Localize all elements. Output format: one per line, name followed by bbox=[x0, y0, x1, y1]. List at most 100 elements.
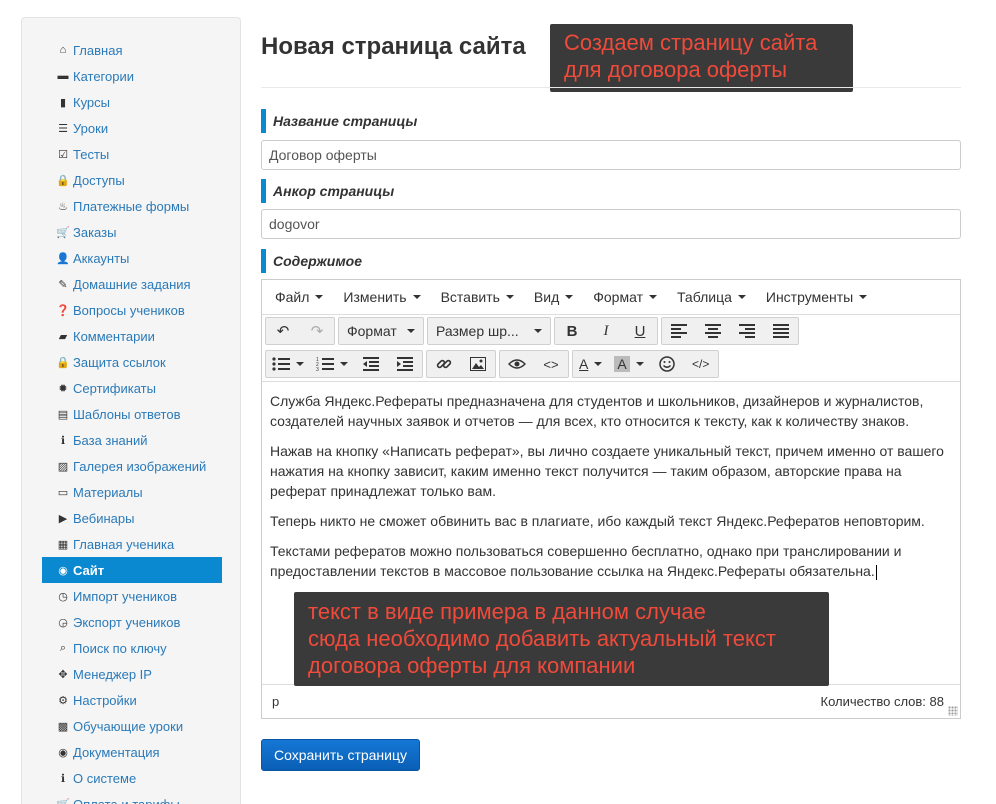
sidebar-item-label: Главная ученика bbox=[73, 536, 175, 552]
source-code-icon[interactable]: </> bbox=[684, 351, 718, 377]
sidebar-item-label: Сертификаты bbox=[73, 380, 156, 396]
page-name-input[interactable] bbox=[261, 140, 961, 170]
sidebar-item-label: База знаний bbox=[73, 432, 148, 448]
align-left-icon[interactable] bbox=[662, 318, 696, 344]
sidebar-item-label: О системе bbox=[73, 770, 137, 786]
sidebar-item-label: Оплата и тарифы bbox=[73, 796, 180, 804]
undo-icon[interactable]: ↶ bbox=[266, 318, 300, 344]
caret-down-icon bbox=[296, 362, 304, 366]
sidebar-item[interactable]: ✎ Домашние задания bbox=[42, 271, 222, 297]
caret-down-icon bbox=[635, 362, 644, 366]
link-icon[interactable] bbox=[427, 351, 461, 377]
sidebar-item[interactable]: 🔒 Защита ссылок bbox=[42, 349, 222, 375]
menu-format[interactable]: Формат bbox=[583, 280, 667, 314]
content-paragraph: Теперь никто не сможет обвинить вас в пл… bbox=[270, 513, 925, 529]
page-content-label: Содержимое bbox=[261, 249, 362, 273]
bullet-list-icon[interactable] bbox=[266, 351, 310, 377]
content-paragraph-text: Текстами рефератов можно пользоваться со… bbox=[270, 543, 902, 579]
indent-icon[interactable] bbox=[388, 351, 422, 377]
menu-file[interactable]: Файл bbox=[265, 280, 333, 314]
sidebar-item-icon: 🛒 bbox=[56, 798, 70, 804]
align-right-icon[interactable] bbox=[730, 318, 764, 344]
background-color-icon[interactable]: A bbox=[608, 351, 649, 377]
sidebar-item[interactable]: ⌕ Поиск по ключу bbox=[42, 635, 222, 661]
sidebar-item[interactable]: ◶ Экспорт учеников bbox=[42, 609, 222, 635]
format-select[interactable]: Формат bbox=[339, 318, 423, 344]
sidebar-item[interactable]: ▮ Курсы bbox=[42, 89, 222, 115]
menu-label: Таблица bbox=[676, 289, 732, 305]
callout-line: договора оферты для компании bbox=[308, 653, 636, 678]
menu-tools[interactable]: Инструменты bbox=[756, 280, 877, 314]
sidebar-item[interactable]: ▩ Обучающие уроки bbox=[42, 713, 222, 739]
sidebar-item[interactable]: ▰ Комментарии bbox=[42, 323, 222, 349]
callout-annotation-bottom: текст в виде примера в данном случае сюд… bbox=[294, 592, 829, 686]
sidebar-item-label: Главная bbox=[73, 42, 123, 58]
underline-icon[interactable]: U bbox=[623, 318, 657, 344]
sidebar-item-label: Менеджер IP bbox=[73, 666, 152, 682]
sidebar-item[interactable]: ▨ Галерея изображений bbox=[42, 453, 222, 479]
sidebar: ⌂ Главная ▬ Категории ▮ Курсы ☰ Уроки ☑ Тесты 🔒 Дос… bbox=[21, 17, 241, 804]
sidebar-item-label: Материалы bbox=[73, 484, 143, 500]
sidebar-item-icon: ▶ bbox=[58, 512, 68, 525]
font-size-select[interactable]: Размер шр... bbox=[428, 318, 550, 344]
sidebar-item[interactable]: ▤ Шаблоны ответов bbox=[42, 401, 222, 427]
resize-handle-icon[interactable] bbox=[948, 706, 958, 716]
sidebar-item[interactable]: 👤 Аккаунты bbox=[42, 245, 222, 271]
sidebar-item[interactable]: ❓ Вопросы учеников bbox=[42, 297, 222, 323]
sidebar-item[interactable]: ⌂ Главная bbox=[42, 37, 222, 63]
sidebar-item[interactable]: ♨ Платежные формы bbox=[42, 193, 222, 219]
sidebar-item-icon: ✥ bbox=[58, 668, 68, 681]
sidebar-item[interactable]: ✹ Сертификаты bbox=[42, 375, 222, 401]
page-anchor-input[interactable] bbox=[261, 209, 961, 239]
italic-icon[interactable]: I bbox=[589, 318, 623, 344]
sidebar-item[interactable]: ⚙ Настройки bbox=[42, 687, 222, 713]
menu-table[interactable]: Таблица bbox=[667, 280, 756, 314]
sidebar-item[interactable]: 🛒Оплата и тарифы bbox=[42, 791, 222, 804]
code-icon[interactable]: <> bbox=[534, 351, 568, 377]
bold-icon[interactable]: B bbox=[555, 318, 589, 344]
sidebar-item[interactable]: ▭ Материалы bbox=[42, 479, 222, 505]
sidebar-item-icon: 🔒 bbox=[56, 174, 70, 187]
preview-eye-icon[interactable] bbox=[500, 351, 534, 377]
sidebar-item-icon: ⌕ bbox=[59, 641, 67, 654]
sidebar-item[interactable]: ▬ Категории bbox=[42, 63, 222, 89]
menu-edit[interactable]: Изменить bbox=[333, 280, 430, 314]
sidebar-item-label: Шаблоны ответов bbox=[73, 406, 181, 422]
sidebar-item-icon: ☑ bbox=[58, 148, 68, 161]
menu-insert[interactable]: Вставить bbox=[431, 280, 524, 314]
sidebar-item[interactable]: 🛒 Заказы bbox=[42, 219, 222, 245]
sidebar-item[interactable]: ℹ О системе bbox=[42, 765, 222, 791]
sidebar-item-label: Платежные формы bbox=[73, 198, 190, 214]
numbered-list-icon[interactable]: 123 bbox=[310, 351, 354, 377]
menu-label: Формат bbox=[593, 289, 643, 305]
outdent-icon[interactable] bbox=[354, 351, 388, 377]
image-icon[interactable] bbox=[461, 351, 495, 377]
align-center-icon[interactable] bbox=[696, 318, 730, 344]
sidebar-item[interactable]: ℹ База знаний bbox=[42, 427, 222, 453]
callout-line: Создаем страницу сайта bbox=[564, 30, 818, 55]
sidebar-item[interactable]: ☰ Уроки bbox=[42, 115, 222, 141]
caret-down-icon bbox=[407, 329, 415, 333]
sidebar-item-icon: ⌂ bbox=[59, 44, 67, 56]
sidebar-item-label: Импорт учеников bbox=[73, 588, 177, 604]
sidebar-item-icon: 🛒 bbox=[56, 226, 70, 239]
sidebar-item[interactable]: 🔒 Доступы bbox=[42, 167, 222, 193]
sidebar-item[interactable]: ◉ Документация bbox=[42, 739, 222, 765]
sidebar-item[interactable]: ▶ Вебинары bbox=[42, 505, 222, 531]
sidebar-item-label: Заказы bbox=[73, 224, 117, 240]
sidebar-item-icon: ⚙ bbox=[58, 694, 68, 707]
sidebar-item[interactable]: ☑ Тесты bbox=[42, 141, 222, 167]
save-page-button[interactable]: Сохранить страницу bbox=[261, 739, 420, 771]
emoticon-icon[interactable] bbox=[650, 351, 684, 377]
element-path[interactable]: p bbox=[272, 694, 279, 709]
sidebar-item[interactable]: ▦ Главная ученика bbox=[42, 531, 222, 557]
redo-icon[interactable]: ↷ bbox=[300, 318, 334, 344]
sidebar-item[interactable]: ✥ Менеджер IP bbox=[42, 661, 222, 687]
menu-view[interactable]: Вид bbox=[524, 280, 583, 314]
sidebar-item[interactable]: ◉ Сайт bbox=[42, 557, 222, 583]
text-color-icon[interactable]: A bbox=[573, 351, 608, 377]
align-justify-icon[interactable] bbox=[764, 318, 798, 344]
sidebar-item-label: Защита ссылок bbox=[73, 354, 166, 370]
sidebar-item[interactable]: ◷ Импорт учеников bbox=[42, 583, 222, 609]
callout-annotation-top: Создаем страницу сайта для договора офер… bbox=[550, 24, 853, 92]
